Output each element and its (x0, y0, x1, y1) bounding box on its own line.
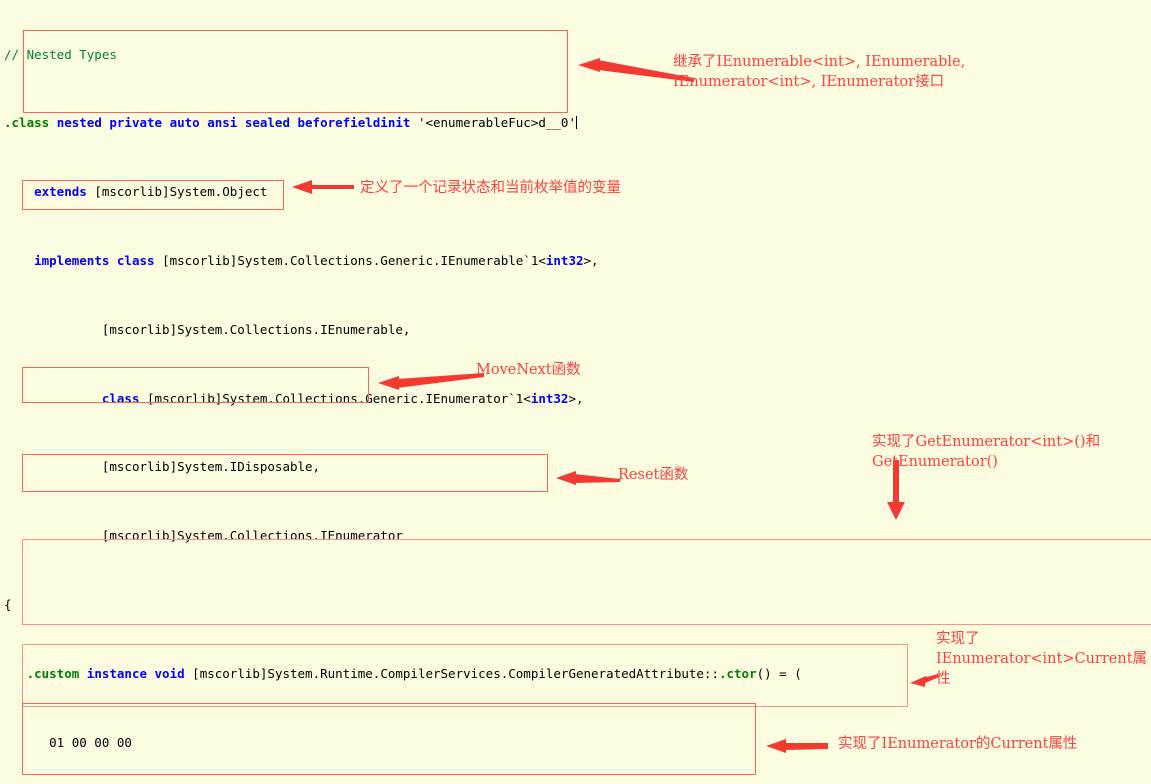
arrow-current-object (766, 739, 828, 753)
annotation-current-generic: 实现了 IEnumerator<int>Current属性 (936, 631, 1148, 687)
arrow-movenext (378, 373, 484, 390)
code-line: [mscorlib]System.Collections.IEnumerator (101, 528, 403, 544)
arrow-fields (292, 180, 354, 194)
code-line: class [mscorlib]System.Collections.Gener… (101, 390, 584, 406)
text-caret (575, 116, 577, 130)
arrow-reset (556, 471, 620, 485)
annotation-movenext: MoveNext函数 (476, 362, 581, 378)
ildasm-code-view: // Nested Types .class nested private au… (0, 0, 1151, 784)
code-line: implements class [mscorlib]System.Collec… (34, 253, 599, 268)
annotation-fields: 定义了一个记录状态和当前枚举值的变量 (360, 180, 621, 196)
code-line: .class nested private auto ansi sealed b… (4, 115, 577, 131)
annotation-inherit: 继承了IEnumerable<int>, IEnumerable, IEnume… (673, 54, 966, 90)
annotation-current-object: 实现了IEnumerator的Current属性 (838, 736, 1078, 752)
annotation-getenumerator: 实现了GetEnumerator<int>()和 GetEnumerator() (872, 434, 1101, 470)
code-line: [mscorlib]System.Collections.IEnumerable… (101, 321, 411, 337)
annotation-reset: Reset函数 (618, 467, 689, 483)
code-line: { (4, 596, 12, 612)
code-line: // Nested Types (4, 46, 117, 62)
